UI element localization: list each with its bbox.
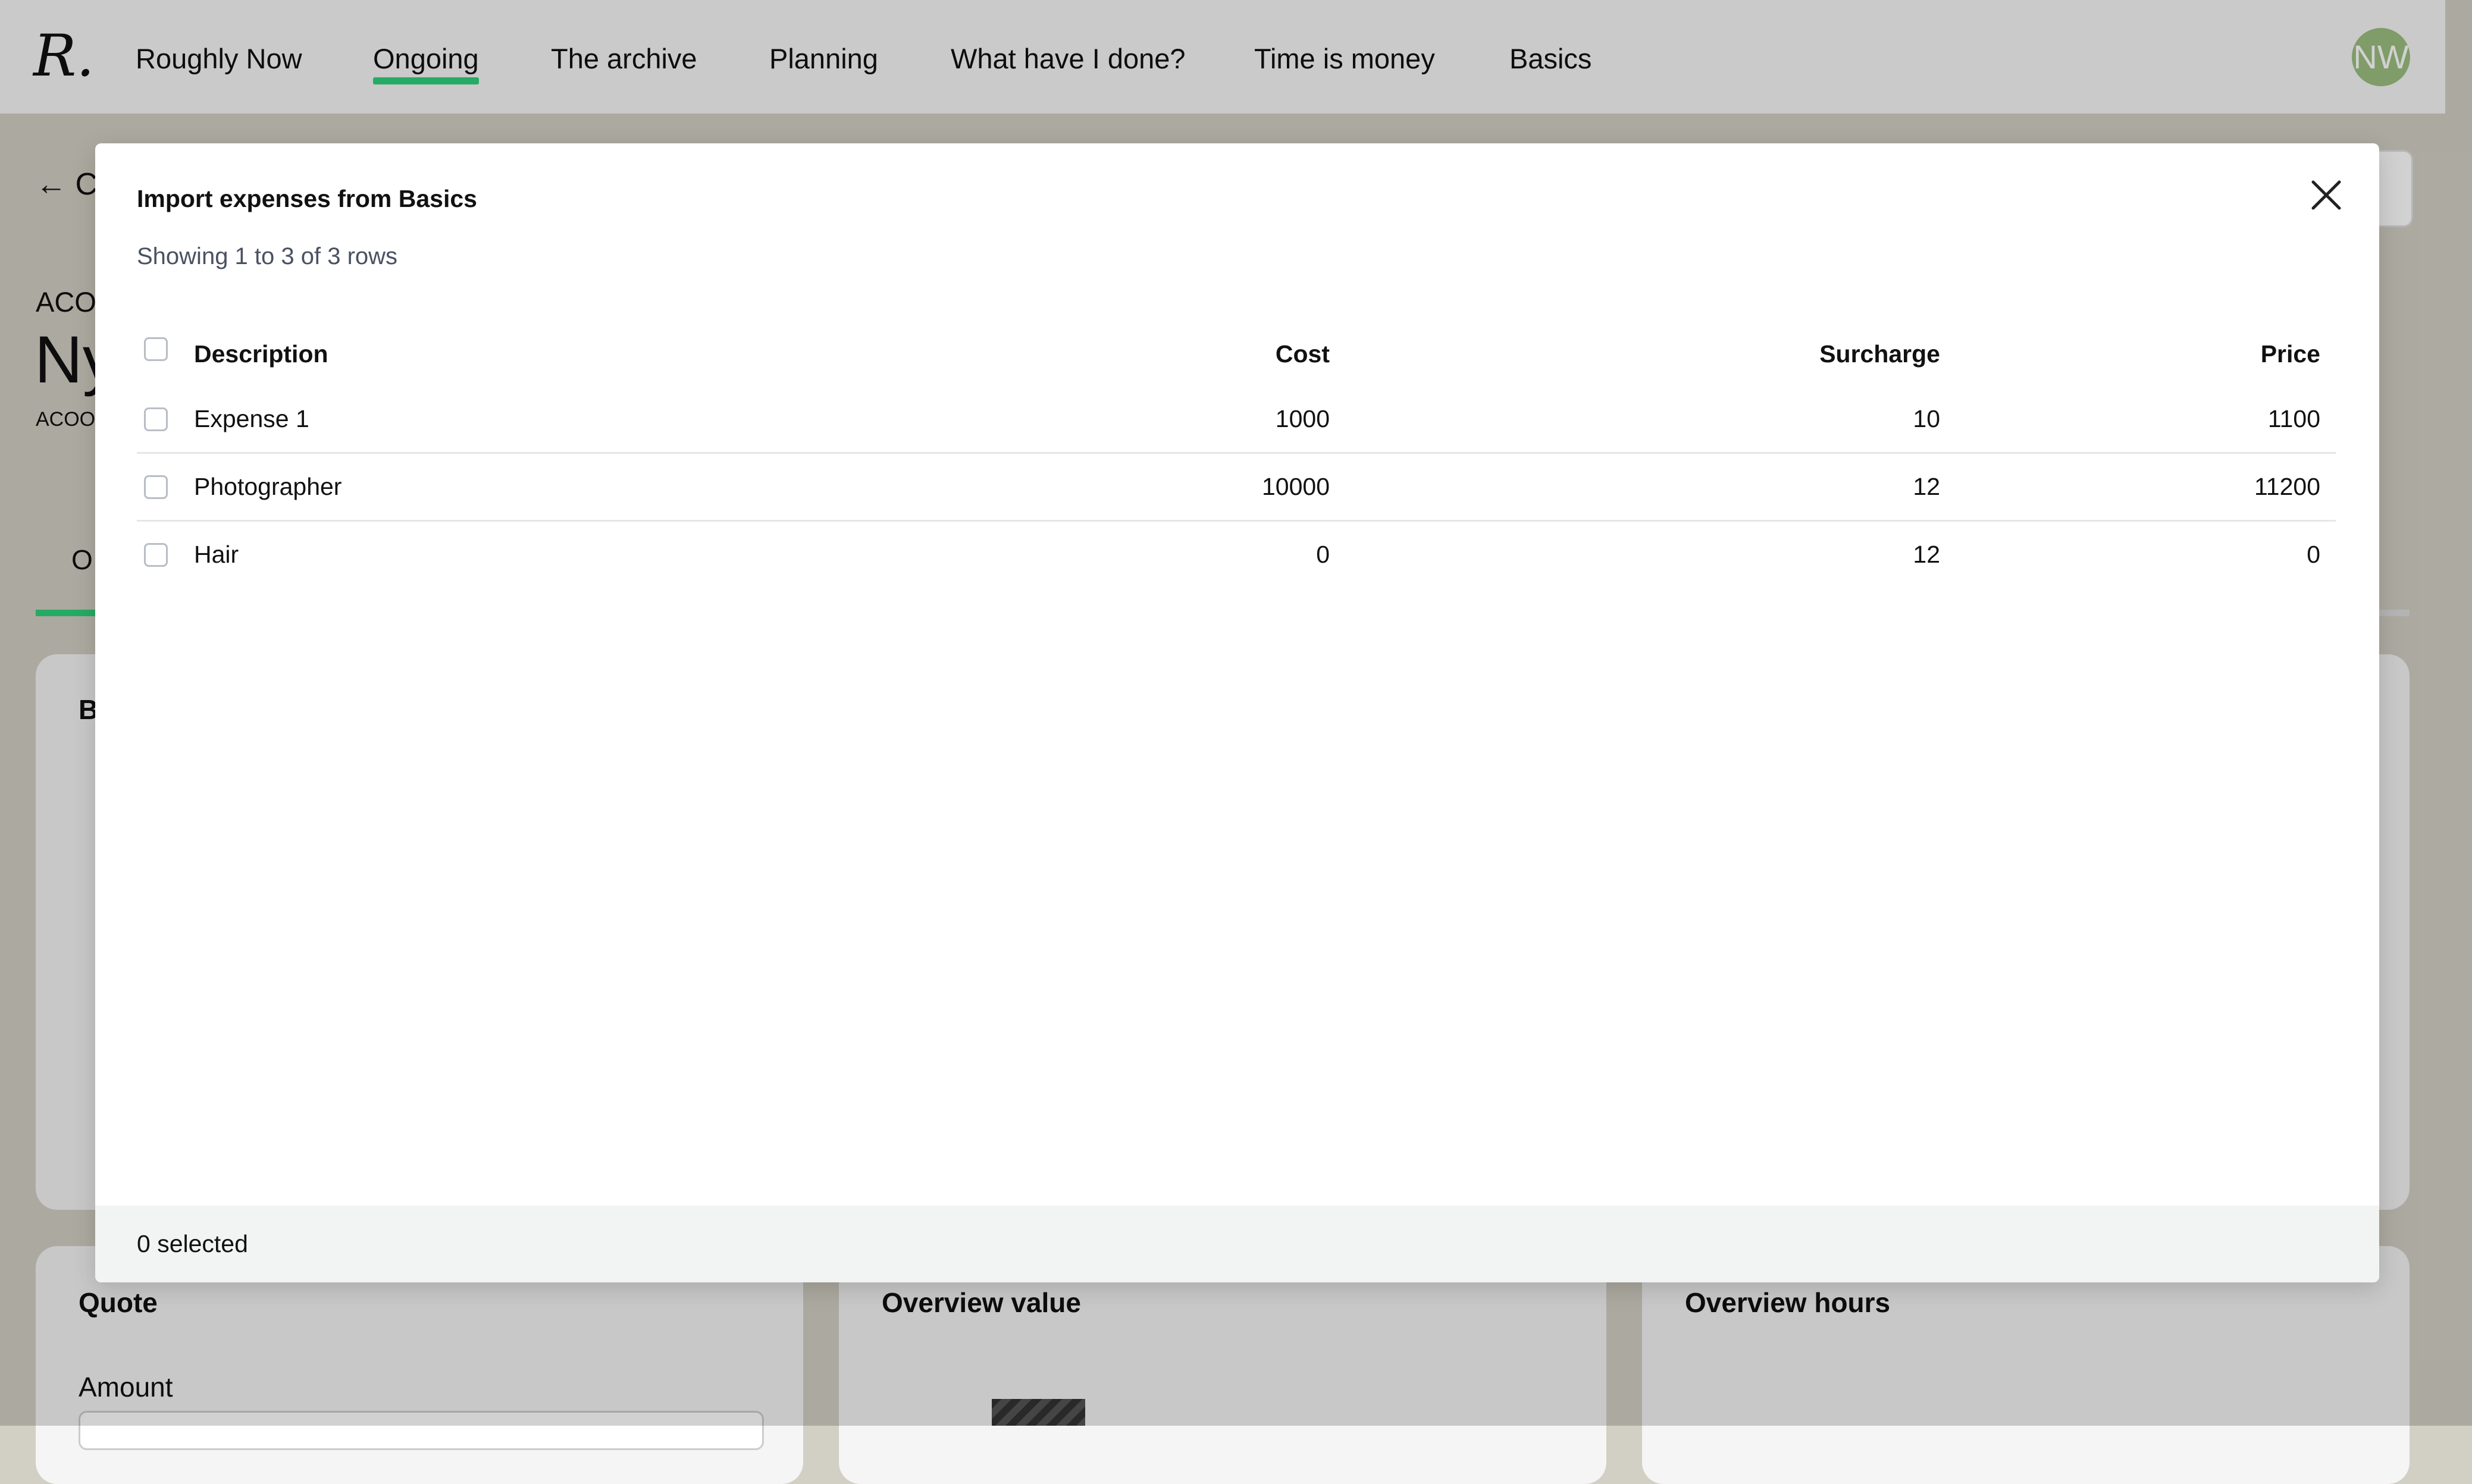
- close-x-icon: [2311, 180, 2341, 210]
- cell-price: 11200: [2254, 473, 2320, 500]
- cell-cost: 10000: [1261, 473, 1330, 500]
- select-all-checkbox[interactable]: [144, 337, 168, 361]
- row-checkbox-cell: [144, 386, 174, 452]
- column-header-price[interactable]: Price: [2261, 322, 2320, 386]
- import-expenses-modal: Import expenses from Basics Showing 1 to…: [95, 143, 2379, 1282]
- close-button[interactable]: [2305, 174, 2347, 216]
- cell-description: Hair: [194, 541, 239, 568]
- table-row[interactable]: Expense 1 1000 10 1100: [137, 386, 2336, 454]
- cell-surcharge: 10: [1913, 405, 1940, 432]
- cell-surcharge: 12: [1913, 473, 1940, 500]
- row-checkbox[interactable]: [144, 542, 168, 567]
- modal-title: Import expenses from Basics: [137, 185, 477, 212]
- cell-cost: 1000: [1275, 405, 1330, 432]
- column-header-surcharge[interactable]: Surcharge: [1819, 322, 1940, 386]
- cell-price: 1100: [2267, 405, 2320, 432]
- table-row[interactable]: Photographer 10000 12 11200: [137, 454, 2336, 522]
- row-checkbox-cell: [144, 454, 174, 520]
- cell-cost: 0: [1316, 541, 1330, 568]
- cell-description: Expense 1: [194, 405, 309, 432]
- cell-surcharge: 12: [1913, 541, 1940, 568]
- table-row[interactable]: Hair 0 12 0: [137, 522, 2336, 588]
- cell-price: 0: [2307, 541, 2320, 568]
- table-header-row: Description Cost Surcharge Price: [137, 322, 2336, 386]
- selection-count: 0 selected: [137, 1230, 248, 1257]
- modal-footer: 0 selected: [95, 1206, 2379, 1282]
- expenses-table: Description Cost Surcharge Price Expense…: [137, 322, 2336, 588]
- row-checkbox[interactable]: [144, 475, 168, 499]
- row-checkbox[interactable]: [144, 407, 168, 431]
- select-all-cell: [144, 322, 174, 386]
- row-checkbox-cell: [144, 522, 174, 588]
- column-header-description[interactable]: Description: [194, 322, 328, 386]
- cell-description: Photographer: [194, 473, 342, 500]
- row-count-summary: Showing 1 to 3 of 3 rows: [137, 243, 398, 269]
- column-header-cost[interactable]: Cost: [1276, 322, 1330, 386]
